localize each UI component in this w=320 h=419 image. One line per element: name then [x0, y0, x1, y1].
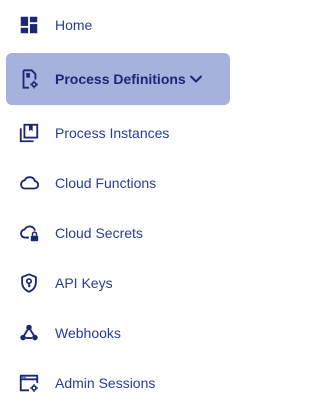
sidebar-item-label: Process Instances [55, 125, 170, 141]
sidebar-item-process-definitions[interactable]: Process Definitions [6, 53, 230, 105]
shield-key-icon [18, 272, 40, 294]
dashboard-icon [18, 14, 40, 36]
sidebar-item-label: Cloud Secrets [55, 225, 143, 241]
cloud-icon [18, 172, 40, 194]
sidebar-nav: Home Process Definitions Process Instanc… [0, 0, 242, 419]
sidebar-item-api-keys[interactable]: API Keys [0, 258, 242, 308]
sidebar-item-label: Process Definitions [55, 71, 186, 87]
bookmark-stack-icon [18, 122, 40, 144]
sidebar-item-label: API Keys [55, 275, 113, 291]
sidebar-item-label: Home [55, 17, 93, 33]
chevron-down-icon[interactable] [188, 71, 204, 87]
sidebar-item-admin-sessions[interactable]: Admin Sessions [0, 358, 242, 408]
sidebar-item-cloud-secrets[interactable]: Cloud Secrets [0, 208, 242, 258]
cloud-lock-icon [18, 222, 40, 244]
webhook-icon [18, 322, 40, 344]
sidebar-item-webhooks[interactable]: Webhooks [0, 308, 242, 358]
sidebar-item-label: Webhooks [55, 325, 121, 341]
sidebar-item-process-instances[interactable]: Process Instances [0, 108, 242, 158]
sidebar-item-label: Cloud Functions [55, 175, 157, 191]
sidebar-item-cloud-functions[interactable]: Cloud Functions [0, 158, 242, 208]
document-settings-icon [18, 68, 40, 90]
sidebar-item-label: Admin Sessions [55, 375, 156, 391]
sidebar-item-home[interactable]: Home [0, 0, 242, 50]
browser-settings-icon [18, 372, 40, 394]
